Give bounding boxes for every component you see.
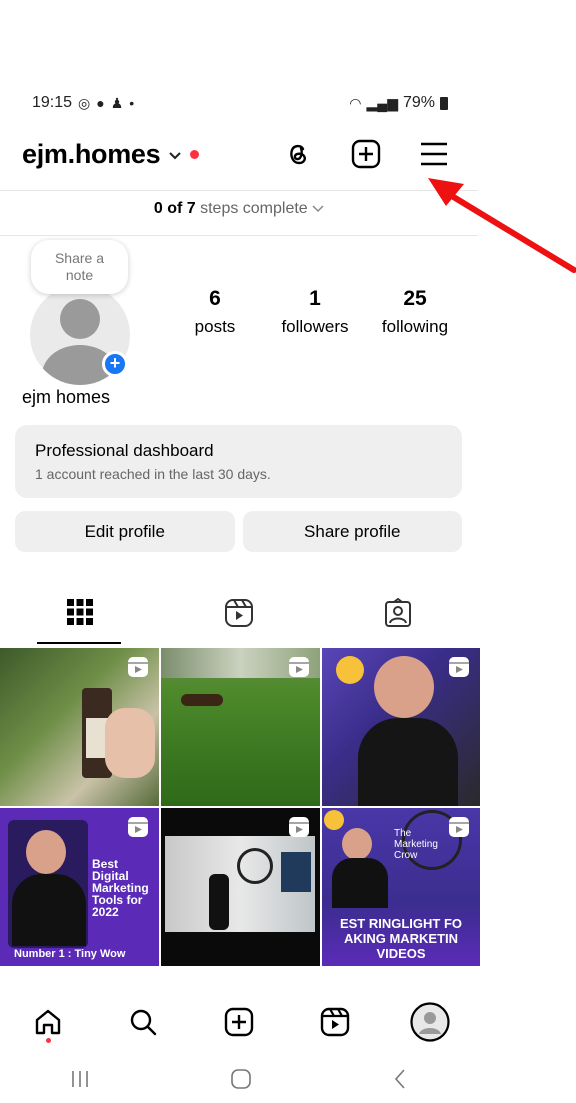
battery-level: 79% — [402, 94, 435, 111]
reel-badge-icon — [449, 817, 469, 837]
nav-profile[interactable] — [406, 998, 454, 1046]
stat-label: followers — [281, 317, 349, 336]
create-button[interactable] — [350, 138, 382, 170]
nav-create[interactable] — [215, 998, 263, 1046]
person-status-icon: ♟ — [110, 95, 124, 111]
status-bar: 19:15 ◎ ● ♟ • ◠ ▂▄▆ 79% — [32, 92, 448, 114]
stat-posts[interactable]: 6 posts — [165, 287, 265, 337]
share-note-bubble[interactable]: Share a note — [31, 240, 128, 294]
profile-header: ejm.homes — [22, 132, 450, 176]
post-thumbnail[interactable]: Best Digital Marketing Tools for 2022 Nu… — [0, 808, 159, 966]
account-switcher[interactable]: ejm.homes — [22, 138, 200, 170]
plus-square-icon — [351, 139, 381, 169]
share-profile-button[interactable]: Share profile — [242, 511, 462, 552]
username: ejm.homes — [22, 138, 161, 169]
stat-value: 6 — [209, 287, 221, 310]
chevron-down-icon — [168, 148, 182, 164]
reel-badge-icon — [449, 657, 469, 677]
nav-home[interactable] — [24, 998, 72, 1046]
tab-tagged[interactable] — [318, 592, 477, 644]
add-story-icon[interactable]: + — [102, 351, 128, 377]
plus-square-icon — [224, 1007, 254, 1037]
dot-status-icon: • — [129, 95, 135, 111]
professional-dashboard[interactable]: Professional dashboard 1 account reached… — [15, 425, 462, 498]
notification-dot — [45, 1038, 51, 1043]
home-button[interactable] — [229, 1067, 253, 1097]
reel-badge-icon — [289, 817, 309, 837]
phone-screen: 19:15 ◎ ● ♟ • ◠ ▂▄▆ 79% ejm.homes 0 of 7… — [0, 0, 480, 1103]
post-thumbnail[interactable] — [0, 648, 159, 806]
back-chevron-icon — [394, 1069, 405, 1089]
reel-badge-icon — [289, 657, 309, 677]
stat-following[interactable]: 25 following — [365, 287, 465, 337]
post-thumbnail[interactable] — [322, 648, 480, 806]
post-overlay-text: Best Digital Marketing Tools for 2022 — [92, 857, 149, 919]
nav-reels[interactable] — [311, 998, 359, 1046]
stat-followers[interactable]: 1 followers — [265, 287, 365, 337]
dashboard-title: Professional dashboard — [35, 441, 214, 460]
system-navigation — [0, 1064, 478, 1100]
wifi-icon: ◠ — [349, 95, 362, 111]
menu-button[interactable] — [418, 138, 450, 170]
post-overlay-text: EST RINGLIGHT FO AKING MARKETIN VIDEOS — [339, 916, 463, 961]
recent-apps-button[interactable] — [68, 1069, 92, 1095]
battery-icon — [440, 96, 448, 110]
reels-icon — [224, 599, 253, 627]
stat-value: 25 — [403, 287, 427, 310]
home-icon — [35, 1009, 60, 1035]
back-button[interactable] — [390, 1067, 410, 1097]
threads-button[interactable] — [282, 138, 314, 170]
post-thumbnail[interactable] — [161, 808, 320, 966]
chevron-down-icon — [312, 205, 324, 213]
recent-apps-icon — [72, 1071, 89, 1087]
account-status-icon: ● — [96, 95, 105, 111]
note-text: Share a note — [54, 250, 105, 283]
hamburger-menu-icon — [421, 142, 447, 166]
steps-count: 0 of 7 — [153, 200, 196, 217]
post-brand-text: The Marketing Crow — [394, 828, 438, 861]
stat-label: following — [381, 317, 449, 336]
reels-icon — [320, 1007, 349, 1037]
bottom-navigation — [0, 998, 478, 1046]
threads-icon — [290, 144, 306, 165]
stat-label: posts — [194, 317, 236, 336]
post-grid: Best Digital Marketing Tools for 2022 Nu… — [0, 648, 480, 966]
tagged-person-icon — [384, 598, 411, 627]
post-thumbnail[interactable] — [161, 648, 320, 806]
red-arrow-annotation — [428, 178, 576, 273]
content-tabs — [0, 592, 478, 644]
reel-badge-icon — [128, 657, 148, 677]
display-name: ejm homes — [22, 387, 111, 407]
edit-profile-button[interactable]: Edit profile — [15, 511, 235, 552]
instagram-status-icon: ◎ — [78, 95, 91, 111]
steps-label: steps complete — [200, 200, 308, 217]
nav-search[interactable] — [119, 998, 167, 1046]
reel-badge-icon — [128, 817, 148, 837]
status-time: 19:15 — [32, 94, 73, 111]
notification-dot — [190, 149, 200, 159]
post-thumbnail[interactable]: The Marketing Crow EST RINGLIGHT FO AKIN… — [322, 808, 480, 966]
tab-reels[interactable] — [159, 592, 318, 644]
steps-progress[interactable]: 0 of 7 steps complete — [0, 200, 478, 218]
divider — [0, 235, 478, 236]
divider — [0, 190, 478, 191]
profile-avatar[interactable]: + — [30, 285, 130, 385]
home-circle-icon — [231, 1069, 251, 1089]
signal-icon: ▂▄▆ — [366, 95, 398, 111]
grid-icon — [66, 599, 93, 625]
profile-stats: 6 posts 1 followers 25 following — [165, 287, 465, 337]
dashboard-subtitle: 1 account reached in the last 30 days. — [35, 466, 271, 482]
search-icon — [131, 1009, 157, 1036]
post-caption: Number 1 : Tiny Wow — [14, 948, 126, 960]
tab-grid[interactable] — [0, 592, 159, 644]
profile-avatar-icon — [410, 1002, 450, 1042]
stat-value: 1 — [309, 287, 321, 310]
